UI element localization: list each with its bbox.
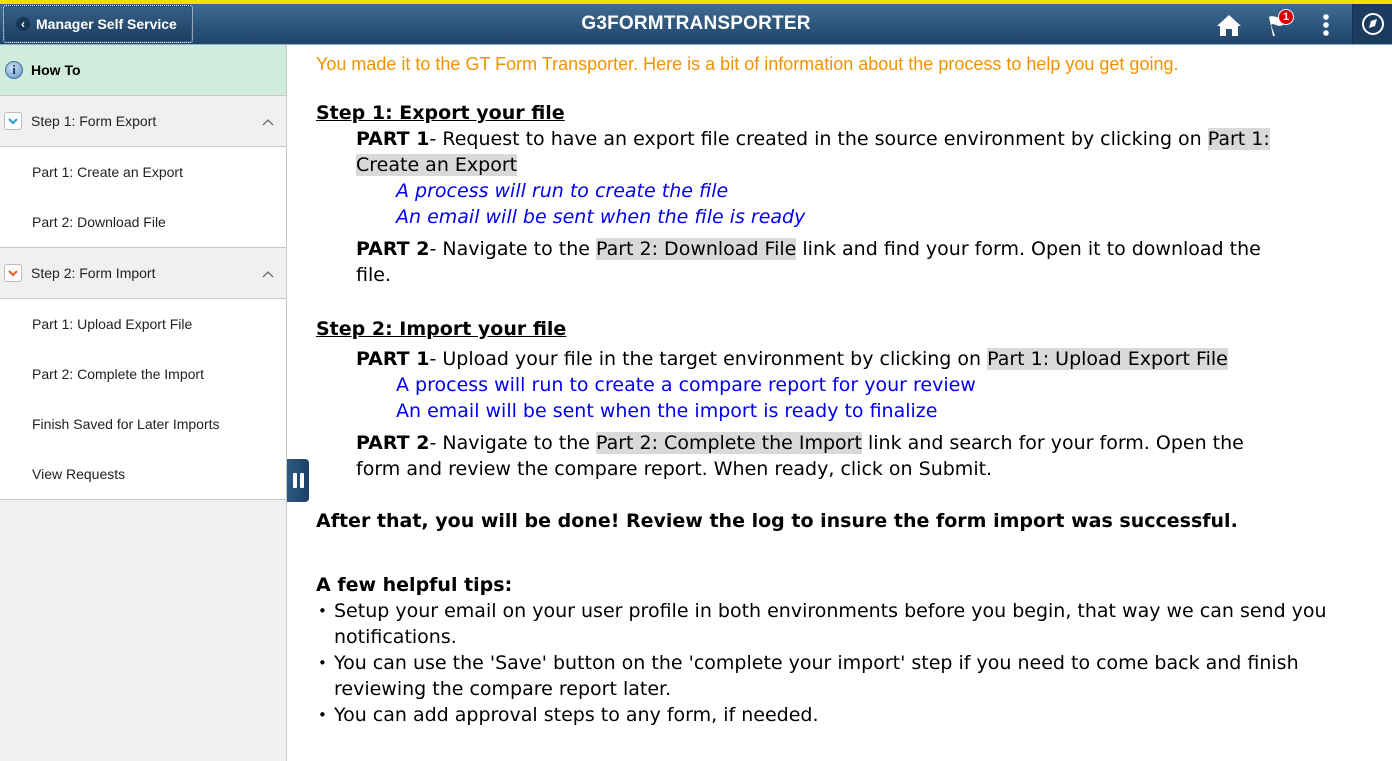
- compass-icon: [1361, 13, 1384, 35]
- part-text: Request to have an export file created i…: [442, 128, 1208, 150]
- step2-part2: PART 2- Navigate to the Part 2: Complete…: [316, 430, 1244, 482]
- part-label: PART 2: [356, 238, 430, 260]
- collapse-caret-icon[interactable]: [262, 113, 274, 131]
- back-button[interactable]: ‹ Manager Self Service: [3, 5, 193, 43]
- sidebar-item-view-requests[interactable]: View Requests: [0, 449, 286, 499]
- completion-note: After that, you will be done! Review the…: [316, 510, 1238, 532]
- step2-section: Step 2: Import your file PART 1- Upload …: [316, 316, 1244, 482]
- upload-export-file-link[interactable]: Part 1: Upload Export File: [987, 348, 1228, 370]
- navbar-button[interactable]: [1352, 4, 1392, 44]
- sidebar-item-create-export[interactable]: Part 1: Create an Export: [0, 147, 286, 197]
- sidebar-group-items: Part 1: Upload Export File Part 2: Compl…: [0, 299, 286, 500]
- notifications-button[interactable]: 1: [1264, 9, 1294, 40]
- tip-item: You can use the 'Save' button on the 'co…: [316, 650, 1376, 702]
- dash: -: [429, 432, 443, 454]
- step1-part1: PART 1- Request to have an export file c…: [316, 126, 1356, 178]
- sidebar-item-complete-import[interactable]: Part 2: Complete the Import: [0, 349, 286, 399]
- chevron-down-icon: [4, 112, 22, 130]
- step2-note: An email will be sent when the import is…: [396, 400, 938, 422]
- sidebar-group-label: Step 2: Form Import: [31, 265, 156, 281]
- part-text: Upload your file in the target environme…: [442, 348, 988, 370]
- dash: -: [429, 128, 443, 150]
- home-icon[interactable]: [1214, 10, 1244, 40]
- chevron-down-icon: [4, 264, 22, 282]
- step2-note: A process will run to create a compare r…: [396, 374, 976, 396]
- tips-section: A few helpful tips: Setup your email on …: [316, 572, 1376, 728]
- page-title: G3FORMTRANSPORTER: [581, 13, 811, 34]
- info-icon: i: [5, 61, 23, 79]
- chevron-left-icon: ‹: [16, 17, 30, 31]
- header-bar: ‹ Manager Self Service G3FORMTRANSPORTER…: [0, 0, 1392, 45]
- sidebar-item-upload-export-file[interactable]: Part 1: Upload Export File: [0, 299, 286, 349]
- step1-part2: PART 2- Navigate to the Part 2: Download…: [316, 236, 1356, 288]
- tip-item: You can add approval steps to any form, …: [316, 702, 1376, 728]
- collapse-caret-icon[interactable]: [262, 265, 274, 283]
- back-button-label: Manager Self Service: [36, 16, 177, 32]
- tips-heading: A few helpful tips:: [316, 574, 513, 596]
- sidebar-group-form-import[interactable]: Step 2: Form Import: [0, 248, 286, 299]
- sidebar-item-download-file[interactable]: Part 2: Download File: [0, 197, 286, 247]
- part-text: link and search for your form. Open the: [861, 432, 1244, 454]
- dash: -: [429, 348, 443, 370]
- step2-part1: PART 1- Upload your file in the target e…: [316, 346, 1244, 372]
- part-text: file.: [356, 264, 391, 286]
- main-content: You made it to the GT Form Transporter. …: [288, 45, 1392, 761]
- download-file-link[interactable]: Part 2: Download File: [595, 238, 797, 260]
- part-text: Navigate to the: [442, 238, 596, 260]
- intro-text: You made it to the GT Form Transporter. …: [316, 54, 1179, 74]
- sidebar: i How To Step 1: Form Export Part 1: Cre…: [0, 45, 287, 761]
- sidebar-item-how-to[interactable]: i How To: [0, 45, 286, 96]
- complete-import-link[interactable]: Part 2: Complete the Import: [595, 432, 862, 454]
- part-text: form and review the compare report. When…: [356, 458, 993, 480]
- sidebar-item-finish-saved-imports[interactable]: Finish Saved for Later Imports: [0, 399, 286, 449]
- step1-note: An email will be sent when the file is r…: [396, 206, 806, 228]
- create-export-link[interactable]: Create an Export: [356, 154, 518, 176]
- part-label: PART 1: [356, 128, 430, 150]
- tips-list: Setup your email on your user profile in…: [316, 598, 1376, 728]
- sidebar-item-label: How To: [31, 62, 81, 78]
- step2-heading: Step 2: Import your file: [316, 318, 567, 340]
- part-text: Navigate to the: [442, 432, 596, 454]
- dash: -: [429, 238, 443, 260]
- tip-item: Setup your email on your user profile in…: [316, 598, 1376, 650]
- part-label: PART 2: [356, 432, 430, 454]
- sidebar-group-items: Part 1: Create an Export Part 2: Downloa…: [0, 147, 286, 248]
- step1-section: Step 1: Export your file PART 1- Request…: [316, 100, 1356, 288]
- sidebar-group-form-export[interactable]: Step 1: Form Export: [0, 96, 286, 147]
- part-text: link and find your form. Open it to down…: [796, 238, 1261, 260]
- sidebar-group-label: Step 1: Form Export: [31, 113, 157, 129]
- notification-badge: 1: [1278, 9, 1294, 25]
- part-label: PART 1: [356, 348, 430, 370]
- step1-note: A process will run to create the file: [396, 180, 729, 202]
- create-export-link[interactable]: Part 1:: [1207, 128, 1270, 150]
- step1-heading: Step 1: Export your file: [316, 102, 565, 124]
- more-vertical-icon[interactable]: [1311, 10, 1341, 40]
